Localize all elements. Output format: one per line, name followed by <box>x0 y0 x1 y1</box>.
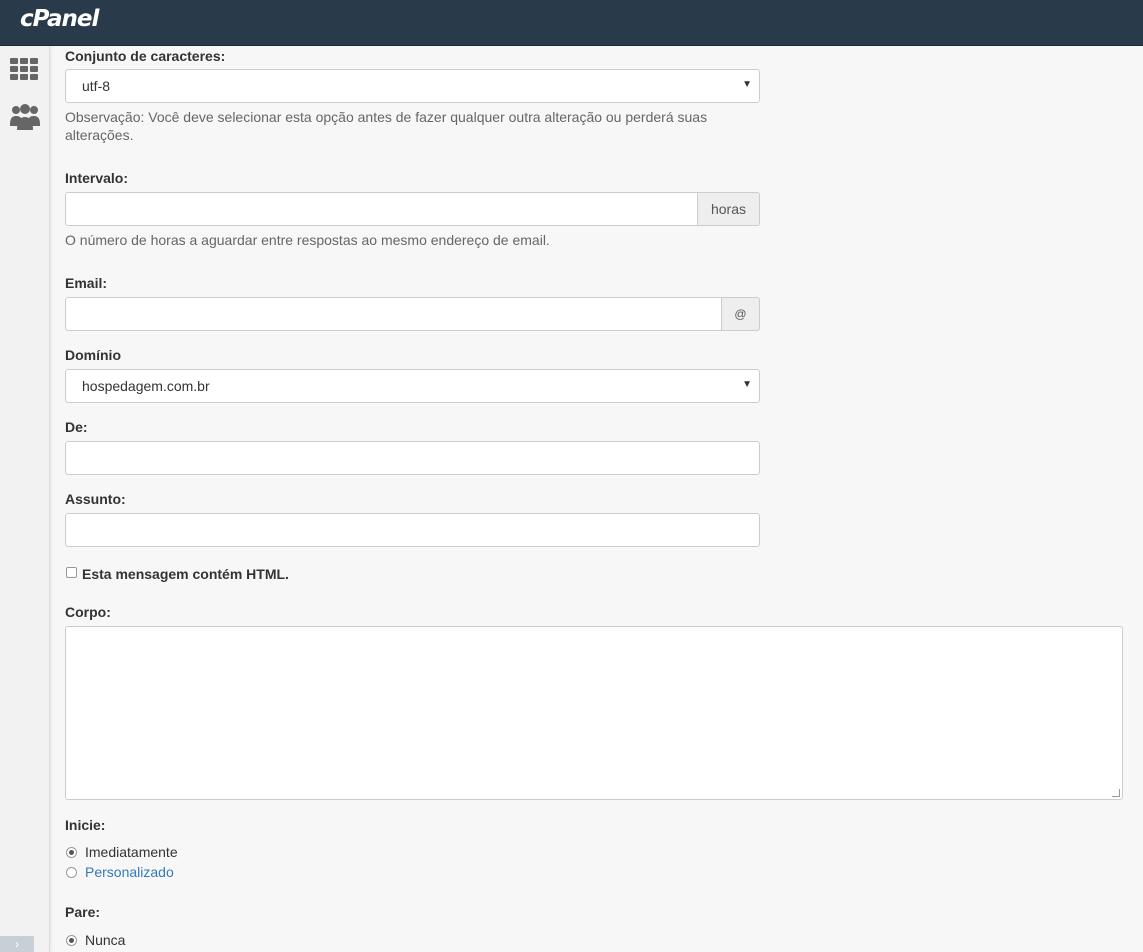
body-textarea[interactable] <box>65 626 1123 800</box>
start-immediately-radio[interactable] <box>66 847 77 858</box>
charset-label: Conjunto de caracteres: <box>65 48 226 64</box>
start-custom-link[interactable]: Personalizado <box>85 864 174 880</box>
expand-sidebar-button[interactable]: › <box>0 936 34 952</box>
cpanel-logo[interactable]: cPanel <box>20 6 99 32</box>
subject-input[interactable] <box>65 513 760 547</box>
interval-label: Intervalo: <box>65 170 129 186</box>
from-label: De: <box>65 419 88 435</box>
email-input[interactable]: @ <box>65 297 760 331</box>
domain-label: Domínio <box>65 347 121 363</box>
html-checkbox[interactable] <box>66 567 77 578</box>
resize-handle[interactable] <box>1112 789 1120 797</box>
email-label: Email: <box>65 275 108 291</box>
interval-input[interactable]: horas <box>65 192 760 226</box>
interval-help: O número de horas a aguardar entre respo… <box>65 232 550 248</box>
charset-selected-value: utf-8 <box>82 78 111 94</box>
chevron-down-icon: ▼ <box>742 379 752 390</box>
html-checkbox-label[interactable]: Esta mensagem contém HTML. <box>82 566 289 582</box>
stop-never-radio[interactable] <box>66 935 77 946</box>
subject-label: Assunto: <box>65 491 126 507</box>
stop-never-label[interactable]: Nunca <box>85 932 125 948</box>
charset-select[interactable]: utf-8 ▼ <box>65 69 760 103</box>
stop-label: Pare: <box>65 904 101 920</box>
users-icon[interactable] <box>10 102 40 132</box>
from-input[interactable] <box>65 441 760 475</box>
charset-note: Observação: Você deve selecionar esta op… <box>65 109 708 143</box>
body-label: Corpo: <box>65 604 111 620</box>
start-immediately-label[interactable]: Imediatamente <box>85 844 178 860</box>
at-sign-addon: @ <box>721 297 760 331</box>
start-label: Inicie: <box>65 817 106 833</box>
hours-addon: horas <box>697 192 760 226</box>
grid-icon[interactable] <box>10 58 38 80</box>
sidebar: › <box>0 46 50 952</box>
chevron-down-icon: ▼ <box>742 79 752 90</box>
domain-select[interactable]: hospedagem.com.br ▼ <box>65 369 760 403</box>
top-header: cPanel <box>0 0 1143 46</box>
domain-selected-value: hospedagem.com.br <box>82 378 210 394</box>
start-custom-radio[interactable] <box>66 867 77 878</box>
